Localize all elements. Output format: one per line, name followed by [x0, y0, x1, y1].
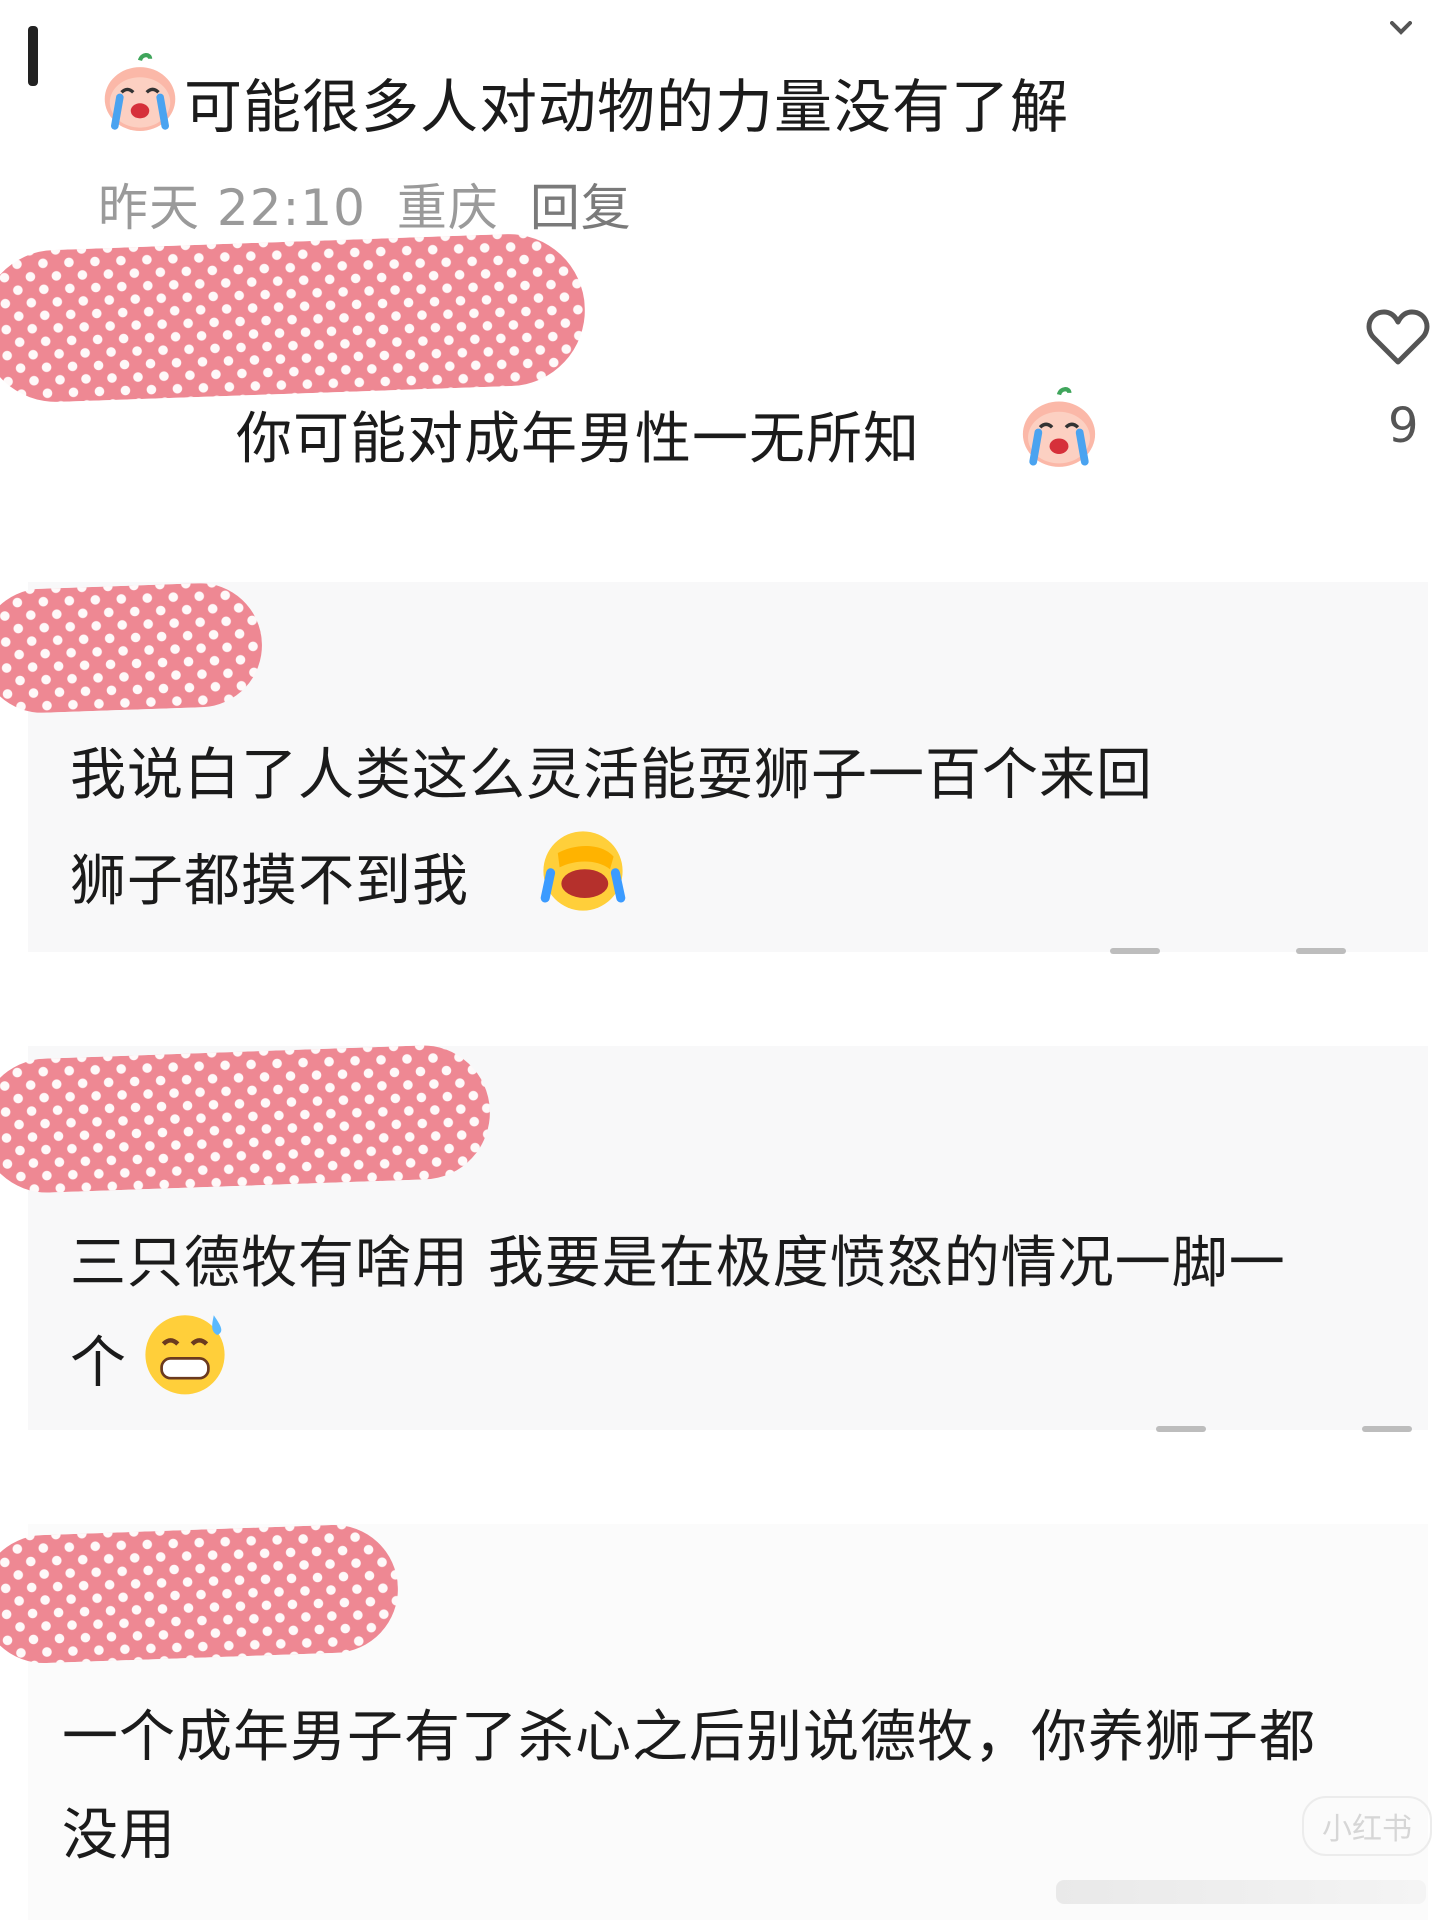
rolling-laughing-emoji — [538, 826, 628, 916]
comment-text-2-line1: 我说白了人类这么灵活能耍狮子一百个来回 — [70, 743, 1153, 808]
cut-off-action-1 — [1110, 948, 1160, 954]
cut-off-action-3 — [1156, 1426, 1206, 1432]
censored-username-4 — [0, 1522, 401, 1666]
chevron-down-icon[interactable] — [1390, 20, 1412, 35]
heart-outline-icon[interactable] — [1366, 306, 1430, 368]
post-location: 重庆 — [396, 179, 499, 237]
reply-button[interactable]: 回复 — [530, 179, 632, 237]
comment-text-3-line2: 个 — [70, 1331, 127, 1396]
post-time: 昨天 22:10 — [98, 179, 366, 237]
cut-off-action-2 — [1296, 948, 1346, 954]
grinning-sweat-emoji — [140, 1308, 230, 1398]
top-left-edge-mark — [28, 26, 38, 86]
cut-off-action-4 — [1362, 1426, 1412, 1432]
censored-username-2 — [0, 581, 265, 715]
crying-face-emoji — [1016, 386, 1102, 472]
comment-text-1: 你可能对成年男性一无所知 — [236, 407, 920, 472]
watermark: 小红书 — [1302, 1796, 1432, 1856]
post-meta: 昨天 22:10 重庆 回复 — [98, 168, 632, 240]
censored-username-3 — [0, 1043, 493, 1195]
comment-text-2-line2: 狮子都摸不到我 — [70, 849, 469, 914]
bottom-fade-bar — [1056, 1880, 1426, 1904]
comment-text-3-line1: 三只德牧有啥用 我要是在极度愤怒的情况一脚一 — [70, 1231, 1286, 1296]
comment-text-4-line2: 没用 — [62, 1803, 176, 1868]
like-count: 9 — [1388, 398, 1419, 454]
censored-username-1 — [0, 231, 588, 405]
crying-face-emoji — [98, 52, 182, 136]
comment-text-4-line1: 一个成年男子有了杀心之后别说德牧，你养狮子都 — [62, 1705, 1316, 1770]
post-title: 可能很多人对动物的力量没有了解 — [184, 73, 1070, 141]
